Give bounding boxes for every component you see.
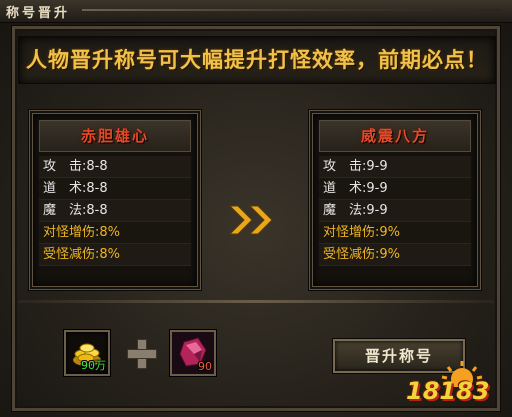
stat-label: 对怪增伤: [43, 225, 100, 240]
current-title-panel: 赤胆雄心 攻 击:8-8 道 术:8-8 魔 法:8-8 对怪增伤:8% 受怪减… [29, 110, 201, 290]
stat-value: 8% [99, 247, 121, 262]
stat-value: 8% [99, 225, 121, 240]
site-watermark: 18183 [402, 361, 506, 411]
stat-value: 9-9 [366, 203, 388, 218]
double-chevron-right-icon [228, 205, 273, 235]
current-title-name: 赤胆雄心 [39, 120, 191, 152]
stat-value: 8-8 [86, 203, 108, 218]
stat-row-taoism: 道 术:9-9 [319, 178, 471, 200]
section-divider [18, 300, 494, 303]
stat-label: 攻 击: [323, 159, 367, 174]
stat-value: 9-9 [366, 181, 388, 196]
title-promotion-window: 称号晋升 人物晋升称号可大幅提升打怪效率，前期必点！ 赤胆雄心 攻 击:8-8 … [0, 0, 512, 417]
stat-row-damage-reduction: 受怪减伤:9% [319, 244, 471, 266]
next-title-panel: 威震八方 攻 击:9-9 道 术:9-9 魔 法:9-9 对怪增伤:9% 受怪减… [309, 110, 481, 290]
window-titlebar[interactable]: 称号晋升 [0, 0, 512, 23]
next-title-name: 威震八方 [319, 120, 471, 152]
stat-label: 道 术: [323, 181, 367, 196]
gold-cost-slot[interactable]: 90万 [64, 330, 110, 376]
gold-cost-amount: 90万 [81, 359, 106, 372]
stat-row-attack: 攻 击:9-9 [319, 156, 471, 178]
plus-icon [127, 339, 157, 369]
stat-value: 9-9 [366, 159, 388, 174]
titlebar-ornament [82, 9, 500, 11]
current-title-stats: 攻 击:8-8 道 术:8-8 魔 法:8-8 对怪增伤:8% 受怪减伤:8% [39, 156, 191, 266]
stat-row-damage-reduction: 受怪减伤:8% [39, 244, 191, 266]
stat-value: 9% [379, 247, 401, 262]
stat-value: 9% [379, 225, 401, 240]
stat-row-magic: 魔 法:8-8 [39, 200, 191, 222]
stat-label: 对怪增伤: [323, 225, 380, 240]
stat-row-damage-bonus: 对怪增伤:8% [39, 222, 191, 244]
stat-row-magic: 魔 法:9-9 [319, 200, 471, 222]
stat-row-attack: 攻 击:8-8 [39, 156, 191, 178]
stat-row-taoism: 道 术:8-8 [39, 178, 191, 200]
stat-label: 魔 法: [323, 203, 367, 218]
stat-label: 攻 击: [43, 159, 87, 174]
stat-label: 受怪减伤: [43, 247, 100, 262]
stat-label: 受怪减伤: [323, 247, 380, 262]
stat-row-damage-bonus: 对怪增伤:9% [319, 222, 471, 244]
stat-value: 8-8 [86, 181, 108, 196]
watermark-text: 18183 [406, 377, 490, 405]
gem-cost-slot[interactable]: 90 [170, 330, 216, 376]
window-title: 称号晋升 [6, 6, 71, 21]
stat-value: 8-8 [86, 159, 108, 174]
stat-label: 魔 法: [43, 203, 87, 218]
next-title-stats: 攻 击:9-9 道 术:9-9 魔 法:9-9 对怪增伤:9% 受怪减伤:9% [319, 156, 471, 266]
promo-banner: 人物晋升称号可大幅提升打怪效率，前期必点！ [18, 36, 496, 84]
gem-cost-amount: 90 [198, 360, 212, 373]
stat-label: 道 术: [43, 181, 87, 196]
